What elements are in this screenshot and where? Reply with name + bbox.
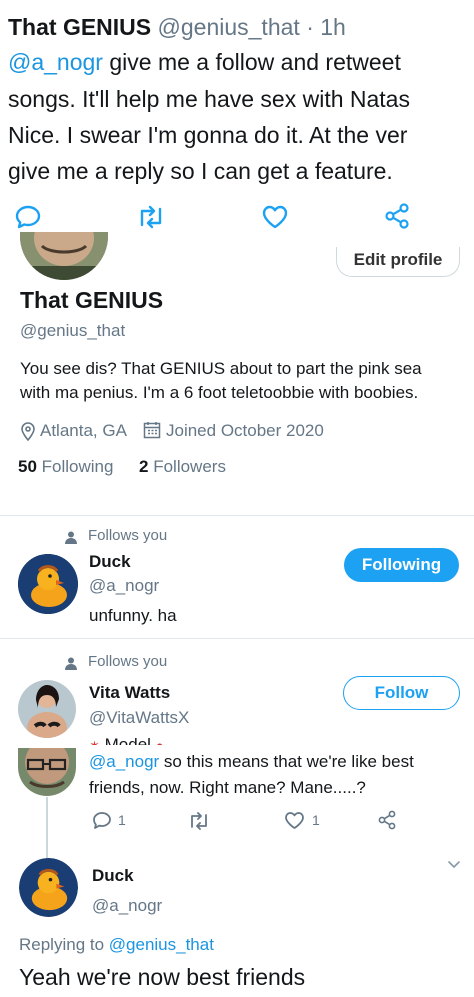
following-button[interactable]: Following — [344, 548, 459, 582]
calendar-icon — [143, 421, 161, 439]
profile-location: Atlanta, GA — [40, 421, 127, 440]
replying-to: Replying to @genius_that — [19, 935, 214, 954]
reply-text-line-2: friends, now. Right mane? Mane.....? — [89, 778, 366, 797]
reply-icon[interactable] — [92, 811, 112, 830]
edit-profile-button[interactable]: Edit profile — [336, 247, 460, 277]
tweet-text-line-1: @a_nogr give me a follow and retweet — [8, 47, 474, 77]
tweet-separator: · — [306, 14, 314, 40]
tweet-text: give me a follow and retweet — [102, 49, 401, 75]
avatar[interactable] — [19, 858, 78, 917]
followers-count: 2 — [139, 457, 149, 476]
tweet-header: That GENIUS @genius_that · 1h — [8, 12, 474, 42]
user-cell-duck[interactable]: Follows you Duck @a_nogr unfunny. ha Fol… — [0, 516, 474, 638]
heart-icon[interactable] — [261, 204, 289, 230]
profile-handle: @genius_that — [20, 321, 126, 340]
followers-label: Followers — [153, 457, 226, 476]
user-name: Vita Watts — [89, 683, 171, 702]
tweet-text: Yeah we're now best friends — [19, 964, 306, 990]
user-bio: unfunny. ha — [89, 606, 177, 625]
like-count: 1 — [312, 812, 320, 828]
following-label: Following — [41, 457, 114, 476]
avatar[interactable] — [18, 748, 76, 796]
tweet-author-handle[interactable]: @genius_that — [158, 14, 300, 40]
following-count: 50 — [18, 457, 37, 476]
share-icon[interactable] — [377, 810, 397, 830]
tweet-text-line-4: give me a reply so I can get a feature. — [8, 158, 393, 184]
user-handle: @a_nogr — [89, 576, 160, 595]
tweet-text-line-3: Nice. I swear I'm gonna do it. At the ve… — [8, 122, 408, 148]
profile-name: That GENIUS — [20, 287, 164, 313]
avatar[interactable] — [18, 680, 76, 738]
profile-bio-line-2: with ma penius. I'm a 6 foot teletoobbie… — [20, 383, 419, 402]
user-name: Duck — [89, 552, 131, 571]
sparkle-emoji-icon: ✶ — [89, 738, 100, 745]
retweet-icon[interactable] — [188, 812, 210, 830]
tweet-author-handle[interactable]: @a_nogr — [92, 896, 162, 916]
user-bio: ✶ Model ● — [89, 735, 164, 745]
tweet-mention[interactable]: @a_nogr — [8, 49, 103, 75]
follow-button[interactable]: Follow — [343, 676, 460, 710]
profile-avatar[interactable] — [20, 232, 108, 280]
follows-you-label: Follows you — [88, 653, 168, 670]
reply-tweet[interactable]: @a_nogr so this means that we're like be… — [0, 745, 474, 863]
follows-you-label: Follows you — [88, 527, 168, 544]
tweet-time[interactable]: 1h — [320, 14, 346, 40]
chevron-down-icon[interactable] — [447, 860, 461, 870]
replying-to-mention[interactable]: @genius_that — [109, 935, 214, 954]
avatar[interactable] — [18, 554, 78, 614]
emoji-icon: ● — [156, 738, 164, 745]
user-handle: @VitaWattsX — [89, 708, 190, 727]
followers-count-link[interactable]: 2 Followers — [139, 457, 226, 477]
profile-joined: Joined October 2020 — [166, 421, 324, 440]
user-cell-vita[interactable]: Follows you Vita Watts @VitaWattsX ✶ Mod… — [0, 639, 474, 745]
following-count-link[interactable]: 50 Following — [18, 457, 113, 477]
reply-icon[interactable] — [14, 204, 42, 230]
person-icon — [65, 531, 77, 544]
tweet-author-name[interactable]: That GENIUS — [8, 14, 151, 40]
top-tweet: That GENIUS @genius_that · 1h @a_nogr gi… — [0, 0, 474, 240]
reply-count: 1 — [118, 812, 126, 828]
tweet-author-name[interactable]: Duck — [92, 866, 134, 886]
reply-mention[interactable]: @a_nogr — [89, 752, 159, 771]
tweet-text-line-2: songs. It'll help me have sex with Natas — [8, 86, 410, 112]
person-icon — [65, 657, 77, 670]
reply-text-line-1: @a_nogr so this means that we're like be… — [89, 752, 414, 771]
share-icon[interactable] — [383, 202, 411, 230]
location-pin-icon — [20, 421, 36, 441]
duck-tweet[interactable]: Duck @a_nogr Replying to @genius_that Ye… — [0, 846, 474, 997]
heart-icon[interactable] — [284, 811, 305, 830]
profile-bio-line-1: You see dis? That GENIUS about to part t… — [20, 359, 422, 378]
retweet-icon[interactable] — [136, 205, 166, 229]
